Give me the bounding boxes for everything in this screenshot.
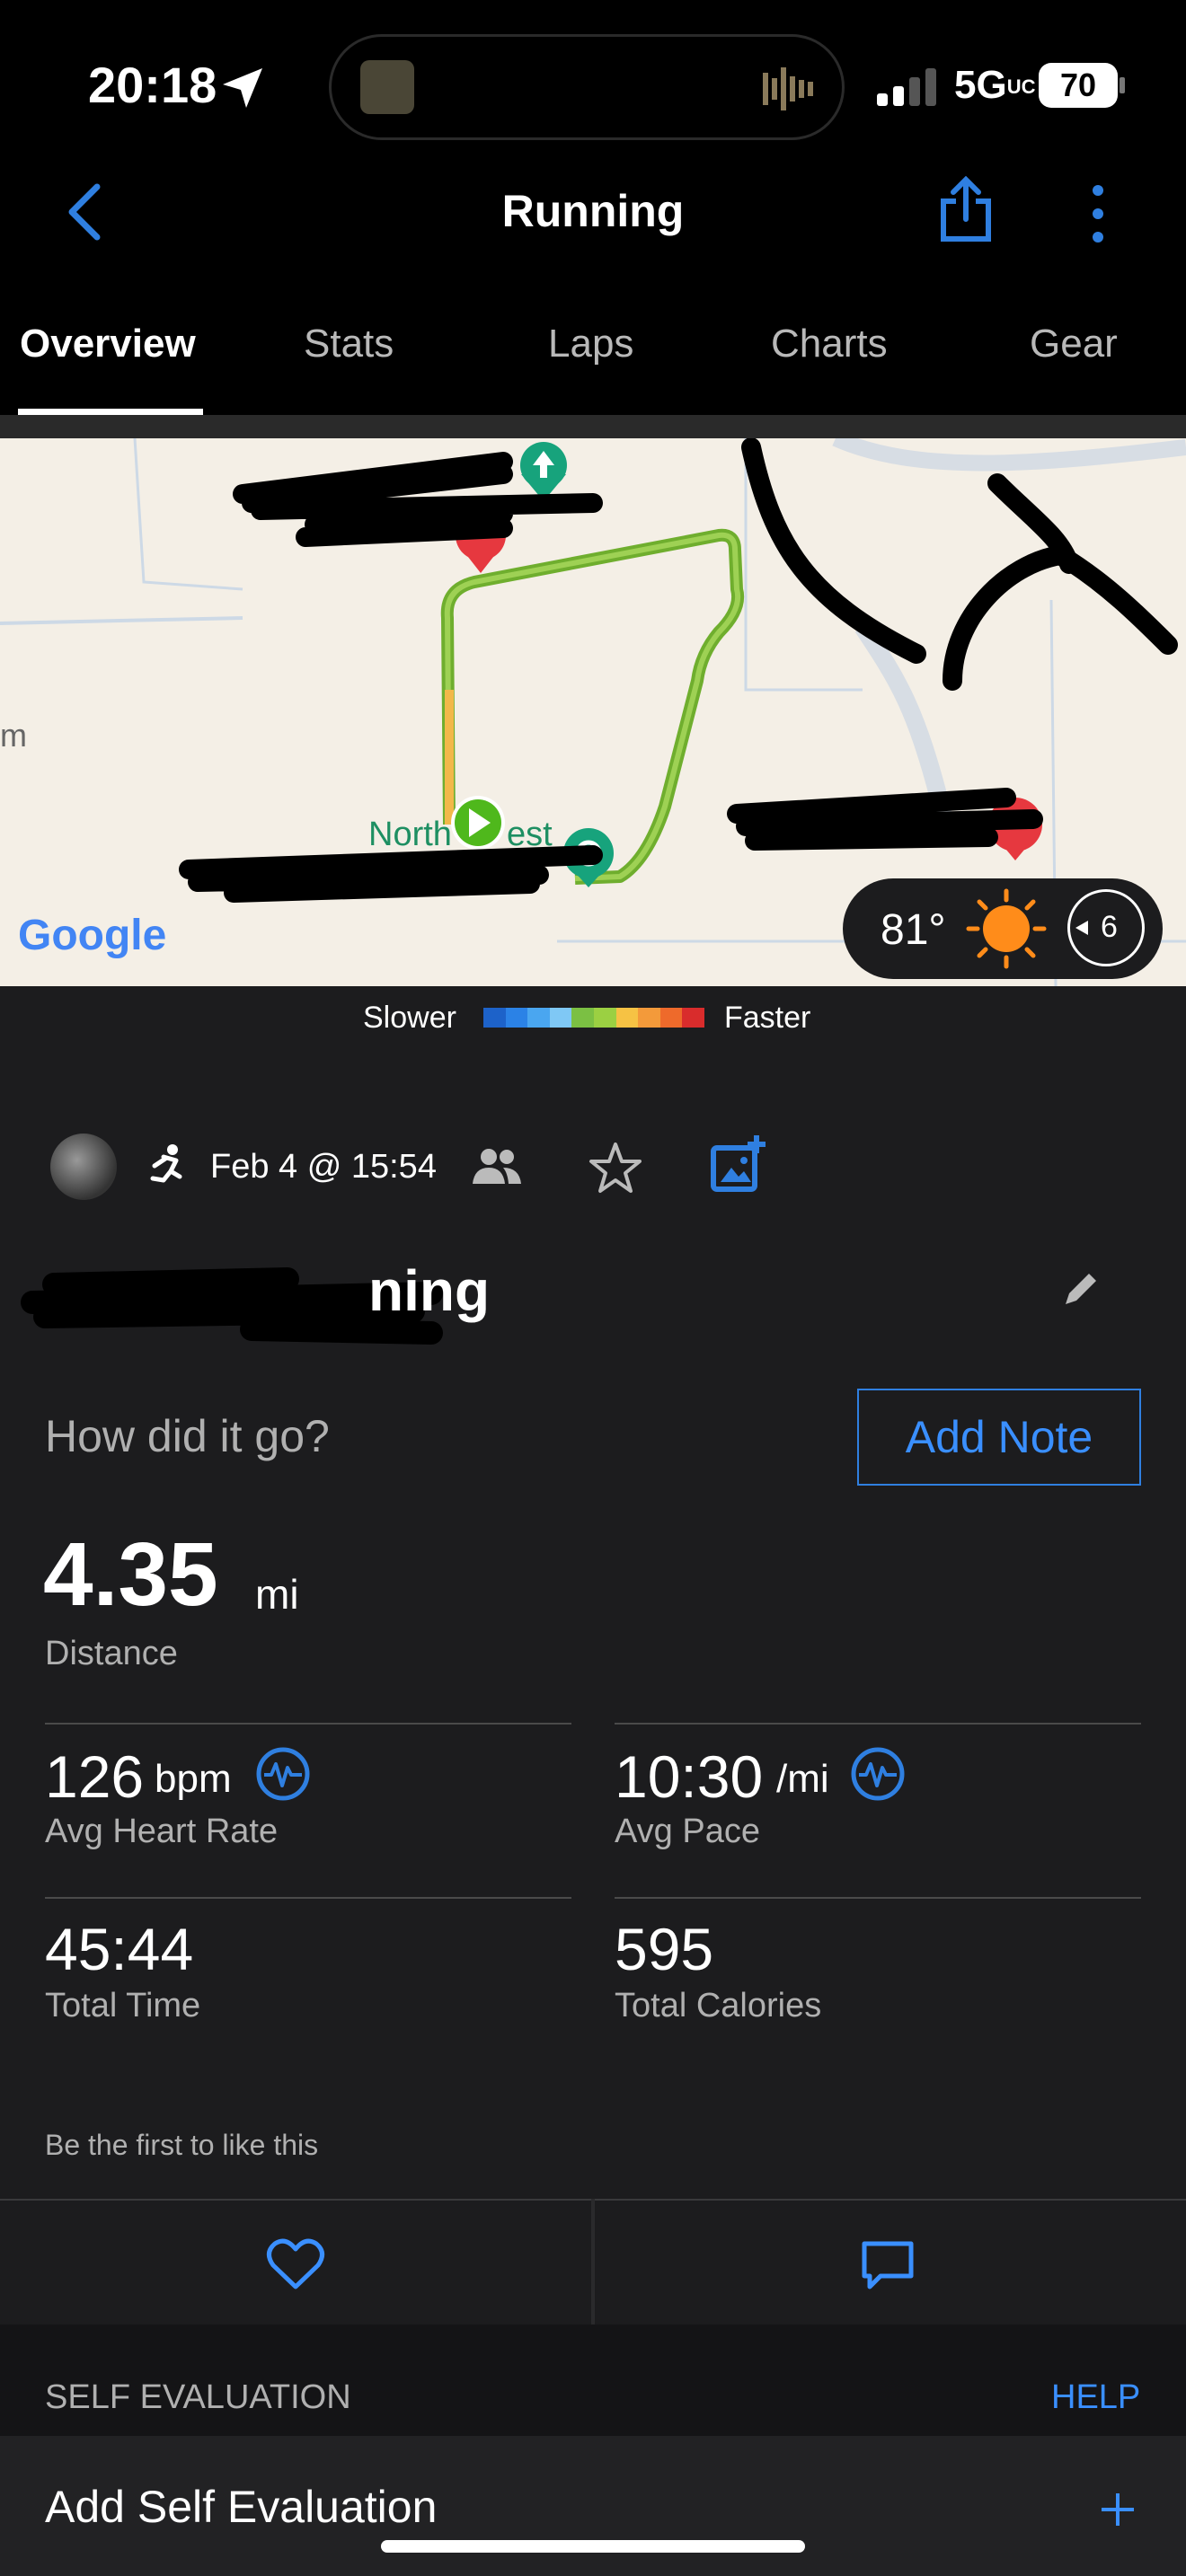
avg-hr-label: Avg Heart Rate (45, 1813, 279, 1850)
map-place-label-suffix: est (507, 816, 553, 853)
map-edge-label: m (0, 717, 27, 754)
location-arrow-icon (223, 68, 262, 108)
divider (615, 1723, 1141, 1725)
tab-laps[interactable]: Laps (548, 322, 633, 366)
album-art-thumbnail (360, 60, 414, 114)
temperature: 81° (881, 906, 946, 954)
help-link[interactable]: HELP (1051, 2378, 1140, 2417)
battery-indicator: 70 (1039, 63, 1118, 108)
distance-label: Distance (45, 1635, 178, 1672)
sun-icon (966, 888, 1047, 969)
self-evaluation-header: SELF EVALUATION HELP (0, 2325, 1186, 2436)
people-icon[interactable] (471, 1144, 523, 1187)
active-tab-indicator (18, 409, 203, 415)
tab-stats[interactable]: Stats (304, 322, 394, 366)
avg-pace-value: 10:30 (615, 1743, 764, 1810)
battery-tip (1120, 77, 1125, 93)
star-icon[interactable] (588, 1141, 643, 1195)
avg-pace-label: Avg Pace (615, 1813, 760, 1850)
pace-chart-icon[interactable] (850, 1746, 906, 1802)
page-title: Running (501, 186, 685, 236)
share-icon[interactable] (938, 176, 994, 243)
pace-color-swatch (615, 1008, 639, 1028)
total-time-label: Total Time (45, 1987, 201, 2025)
self-eval-title: SELF EVALUATION (45, 2378, 351, 2416)
distance-unit: mi (255, 1571, 299, 1618)
distance-value: 4.35 (43, 1524, 218, 1625)
pace-color-swatch (527, 1008, 550, 1028)
wind-icon: 6 (1067, 889, 1145, 966)
total-time-value: 45:44 (45, 1916, 194, 1982)
edit-pencil-icon[interactable] (1060, 1266, 1100, 1310)
total-calories-label: Total Calories (615, 1987, 822, 2025)
pace-color-swatch (549, 1008, 572, 1028)
more-options-icon[interactable] (1087, 183, 1109, 246)
divider (45, 1897, 571, 1899)
pace-color-swatch (659, 1008, 683, 1028)
likes-text: Be the first to like this (45, 2129, 319, 2161)
divider (615, 1897, 1141, 1899)
legend-slower: Slower (363, 1001, 456, 1035)
legend-faster: Faster (724, 1001, 811, 1035)
pace-color-swatch (483, 1008, 506, 1028)
total-calories-value: 595 (615, 1916, 714, 1982)
pace-color-swatch (638, 1008, 660, 1028)
tab-overview[interactable]: Overview (20, 322, 196, 366)
comment-icon (862, 2241, 914, 2289)
plus-icon[interactable] (1098, 2490, 1137, 2529)
avg-hr-unit: bpm (155, 1757, 232, 1801)
tab-charts[interactable]: Charts (771, 322, 888, 366)
add-self-evaluation-row[interactable]: Add Self Evaluation (0, 2436, 1186, 2576)
avatar[interactable] (50, 1134, 117, 1200)
cellular-signal-icon (877, 68, 936, 106)
nav-separator (0, 415, 1186, 438)
how-did-it-go-prompt: How did it go? (45, 1411, 330, 1461)
pace-color-swatch (682, 1008, 704, 1028)
avg-pace-unit: /mi (776, 1757, 829, 1801)
map-place-label: North (368, 816, 452, 853)
add-self-eval-label: Add Self Evaluation (45, 2482, 438, 2532)
weather-badge: 81° 6 (843, 878, 1163, 979)
pace-color-swatch (593, 1008, 616, 1028)
comment-button[interactable] (595, 2201, 1186, 2325)
pace-legend: Slower Faster (0, 986, 1186, 1051)
activity-name: ning (368, 1258, 491, 1323)
pace-color-swatch (571, 1008, 594, 1028)
dynamic-island (329, 34, 845, 140)
pace-color-swatch (505, 1008, 528, 1028)
google-logo: Google (18, 912, 167, 959)
like-button[interactable] (0, 2201, 591, 2325)
divider (45, 1723, 571, 1725)
pace-color-scale (483, 1008, 704, 1028)
heart-icon (267, 2238, 324, 2289)
activity-date: Feb 4 @ 15:54 (210, 1148, 437, 1186)
add-note-button[interactable]: Add Note (857, 1389, 1141, 1486)
action-bar (0, 2199, 1186, 2325)
audio-wave-icon (763, 67, 813, 110)
add-photo-icon[interactable] (710, 1134, 767, 1196)
running-icon (150, 1144, 182, 1183)
hr-chart-icon[interactable] (255, 1746, 311, 1802)
wind-speed: 6 (1101, 910, 1118, 944)
status-time: 20:18 (88, 57, 217, 113)
tab-gear[interactable]: Gear (1030, 322, 1118, 366)
home-indicator (381, 2540, 805, 2553)
network-type: 5GUC (954, 63, 1036, 107)
avg-hr-value: 126 (45, 1743, 145, 1810)
